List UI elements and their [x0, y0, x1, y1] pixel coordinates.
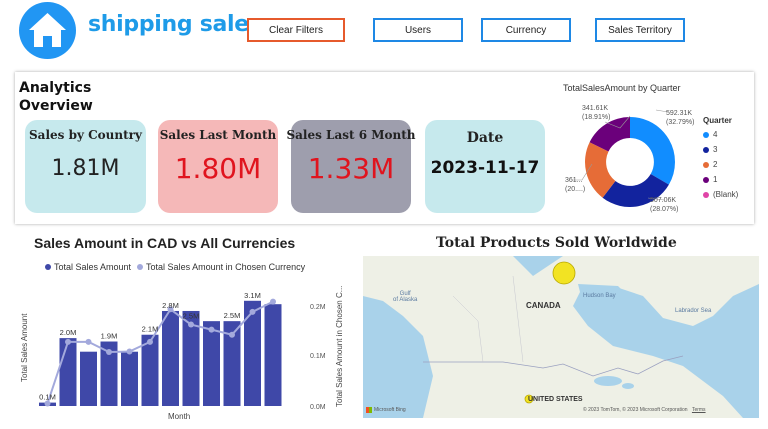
bar-data-label: 2.1M — [142, 325, 159, 334]
line-point[interactable] — [249, 308, 256, 315]
line-point[interactable] — [208, 326, 215, 333]
bar-data-label: 2.0M — [60, 328, 77, 337]
legend-item-q3[interactable]: 3 — [703, 145, 717, 154]
kpi-value: 1.81M — [51, 156, 120, 181]
legend-dot-chosen — [137, 264, 144, 270]
analytics-title-line2: Overview — [19, 98, 93, 114]
map-label-labrador-sea: Labrador Sea — [675, 308, 712, 314]
bar[interactable] — [59, 338, 77, 406]
kpi-label: Sales Last Month — [159, 128, 277, 142]
kpi-value: 1.80M — [174, 152, 262, 185]
y2-tick: 0.0M — [310, 404, 326, 411]
bar[interactable] — [264, 304, 282, 406]
legend-item-q1[interactable]: 1 — [703, 175, 717, 184]
y2-tick: 0.1M — [310, 353, 326, 360]
legend-total-label: Total Sales Amount — [54, 262, 132, 272]
legend-item-blank[interactable]: (Blank) — [703, 190, 738, 199]
map-attribution: © 2023 TomTom, © 2023 Microsoft Corporat… — [583, 407, 706, 413]
clear-filters-button[interactable]: Clear Filters — [247, 18, 345, 42]
bar-chart[interactable]: Total Sales Amount Total Sales Amount in… — [14, 272, 354, 422]
map-label-canada: CANADA — [526, 301, 561, 310]
bar-chart-title: Sales Amount in CAD vs All Currencies — [34, 235, 296, 251]
kpi-label: Date — [466, 130, 504, 146]
bar[interactable] — [244, 300, 261, 406]
map-label-united-states: UNITED STATES — [528, 396, 583, 403]
analytics-title-line1: Analytics — [19, 80, 92, 96]
analytics-title: Analytics Overview — [19, 79, 93, 115]
bar-data-label: 3.1M — [244, 291, 261, 300]
legend-dot-total — [45, 264, 51, 270]
bar-data-label: 1.9M — [101, 332, 118, 341]
home-icon[interactable] — [19, 2, 76, 59]
donut-label-q4: 592.31K (32.79%) — [666, 110, 695, 126]
y2-axis-label: Total Sales Amount in Chosen C... — [335, 286, 344, 407]
legend-chosen-label: Total Sales Amount in Chosen Currency — [146, 262, 306, 272]
kpi-sales-last-6-month[interactable]: Sales Last 6 Month 1.33M — [286, 120, 416, 213]
sales-territory-button[interactable]: Sales Territory — [595, 18, 685, 42]
line-point[interactable] — [147, 338, 153, 345]
y-axis-label: Total Sales Amount — [20, 313, 29, 382]
bar[interactable] — [162, 310, 179, 406]
map-label-hudson-bay: Hudson Bay — [583, 293, 616, 299]
donut-title: TotalSalesAmount by Quarter — [563, 83, 681, 93]
bar[interactable] — [80, 351, 97, 406]
legend-item-q4[interactable]: 4 — [703, 130, 717, 139]
terms-link[interactable]: Terms — [692, 407, 706, 413]
donut-label-q2: 361... (20....) — [565, 177, 586, 193]
kpi-sales-last-month[interactable]: Sales Last Month 1.80M — [158, 120, 278, 213]
kpi-label: Sales by Country — [29, 128, 142, 142]
line-point[interactable] — [229, 331, 235, 338]
kpi-sales-by-country[interactable]: Sales by Country 1.81M — [25, 120, 146, 213]
donut-legend-title: Quarter — [703, 116, 732, 125]
world-map[interactable]: CANADA UNITED STATES Gulf of Alaska Huds… — [363, 256, 759, 418]
bar[interactable] — [203, 321, 220, 406]
y2-tick: 0.2M — [310, 304, 326, 311]
legend-item-q2[interactable]: 2 — [703, 160, 717, 169]
kpi-value: 1.33M — [307, 152, 395, 185]
map-label-gulf-of-alaska: Gulf of Alaska — [393, 291, 418, 303]
kpi-date[interactable]: Date 2023-11-17 — [425, 120, 545, 213]
bar-data-label: 2.5M — [224, 311, 241, 320]
x-axis-label: Month — [168, 412, 190, 421]
line-point[interactable] — [85, 338, 92, 345]
bar-chart-legend: Total Sales Amount Total Sales Amount in… — [45, 262, 305, 272]
users-button[interactable]: Users — [373, 18, 463, 42]
line-point[interactable] — [65, 338, 71, 345]
line-point[interactable] — [270, 298, 276, 305]
map-provider: Microsoft Bing — [366, 407, 406, 413]
app-title: shipping sales — [88, 12, 262, 37]
kpi-label: Sales Last 6 Month — [286, 128, 416, 142]
line-point[interactable] — [188, 321, 194, 328]
kpi-value: 2023-11-17 — [430, 158, 540, 178]
microsoft-logo-icon — [366, 407, 372, 413]
bar-data-label: 2.8M — [162, 301, 179, 310]
map-title: Total Products Sold Worldwide — [436, 235, 677, 251]
donut-label-q1: 341.61K (18.91%) — [582, 105, 611, 121]
line-point[interactable] — [106, 349, 112, 356]
bubble-north-canada — [552, 261, 576, 285]
line-data-label: 2.5M — [183, 312, 200, 321]
bar-data-label: 0.1M — [39, 393, 56, 402]
donut-label-q3: 507.06K (28.07%) — [650, 197, 679, 213]
line-point[interactable] — [126, 348, 133, 355]
bar[interactable] — [121, 351, 138, 406]
great-lakes — [594, 376, 622, 386]
currency-button[interactable]: Currency — [481, 18, 571, 42]
